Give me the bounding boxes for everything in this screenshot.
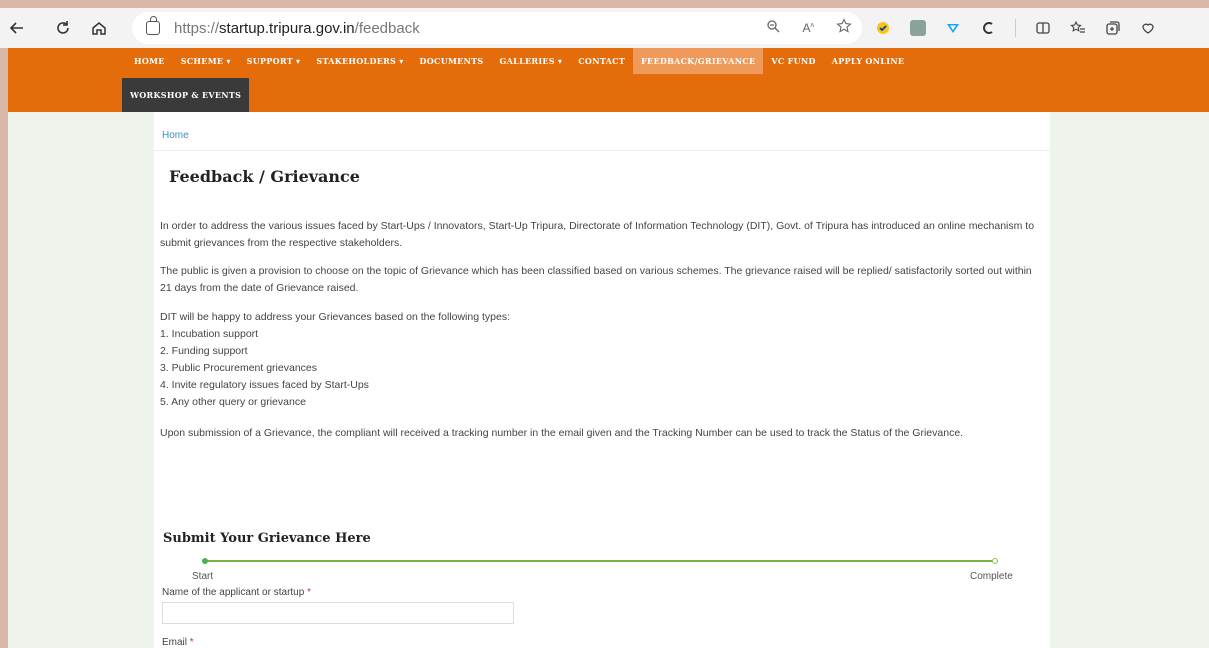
name-input[interactable] [162,602,514,624]
main-content: Home Feedback / Grievance In order to ad… [154,112,1050,648]
required-marker: * [189,637,194,648]
breadcrumb-divider [154,150,1050,151]
progress-start-label: Start [192,571,214,582]
toolbar-divider [1015,19,1016,37]
menu-documents[interactable]: DOCUMENTS [412,48,492,74]
menu-home[interactable]: HOME [126,48,173,74]
type-item: 2. Funding support [160,345,248,357]
favorite-star-icon[interactable] [836,18,852,38]
site-header: HOME SCHEME ▾ SUPPORT ▾ STAKEHOLDERS ▾ D… [8,48,1209,112]
menu-galleries[interactable]: GALLERIES ▾ [492,48,571,74]
extensions-icon[interactable] [1140,20,1156,36]
extension-2-icon[interactable] [910,20,926,36]
menu-contact[interactable]: CONTACT [570,48,633,74]
menu-workshop-events[interactable]: WORKSHOP & EVENTS [122,78,250,112]
progress-end-dot [992,558,998,564]
menu-vc-fund[interactable]: VC FUND [763,48,823,74]
menu-feedback-grievance[interactable]: FEEDBACK/GRIEVANCE [633,48,764,74]
url-path: /feedback [354,19,420,37]
refresh-icon[interactable] [46,11,80,45]
menu-support[interactable]: SUPPORT ▾ [239,48,309,74]
provision-paragraph: The public is given a provision to choos… [160,265,1032,294]
home-icon[interactable] [82,11,116,45]
url-host: startup.tripura.gov.in [219,19,355,37]
email-label-text: Email [162,637,188,648]
required-marker: * [307,587,311,598]
name-label-text: Name of the applicant or startup [162,587,305,598]
type-item: 4. Invite regulatory issues faced by Sta… [160,379,369,391]
type-item: 3. Public Procurement grievances [160,362,317,374]
tracking-paragraph: Upon submission of a Grievance, the comp… [160,427,964,439]
split-screen-icon[interactable] [1035,20,1051,36]
address-bar[interactable]: https://startup.tripura.gov.in/feedback … [132,12,862,44]
types-intro: DIT will be happy to address your Grieva… [160,311,510,323]
browser-toolbar: https://startup.tripura.gov.in/feedback … [0,8,1209,48]
name-field-label: Name of the applicant or startup * [162,587,311,598]
menu-scheme[interactable]: SCHEME ▾ [173,48,239,74]
extension-4-icon[interactable] [980,20,996,36]
back-icon[interactable] [0,11,34,45]
url-scheme: https:// [174,19,220,37]
type-item: 1. Incubation support [160,328,259,340]
read-aloud-icon[interactable]: Aʌ [802,21,814,35]
site-info-icon[interactable] [146,16,160,35]
progress-start-dot [202,558,208,564]
zoom-icon[interactable] [766,19,780,37]
menu-apply-online[interactable]: APPLY ONLINE [824,48,913,74]
page-title: Feedback / Grievance [169,167,360,186]
favorites-icon[interactable] [1070,20,1086,36]
email-field-label: Email * [162,637,194,648]
extension-3-icon[interactable] [945,20,961,36]
type-item: 5. Any other query or grievance [160,396,306,408]
menu-stakeholders[interactable]: STAKEHOLDERS ▾ [308,48,411,74]
extension-1-icon[interactable] [875,20,891,36]
grievance-types: DIT will be happy to address your Grieva… [160,309,1040,411]
progress-end-label: Complete [970,571,1013,582]
collections-icon[interactable] [1105,20,1121,36]
main-menu: HOME SCHEME ▾ SUPPORT ▾ STAKEHOLDERS ▾ D… [126,48,912,74]
intro-paragraph: In order to address the various issues f… [160,220,1035,249]
progress-bar [204,560,998,562]
breadcrumb-home[interactable]: Home [162,130,189,141]
form-title: Submit Your Grievance Here [163,531,371,546]
